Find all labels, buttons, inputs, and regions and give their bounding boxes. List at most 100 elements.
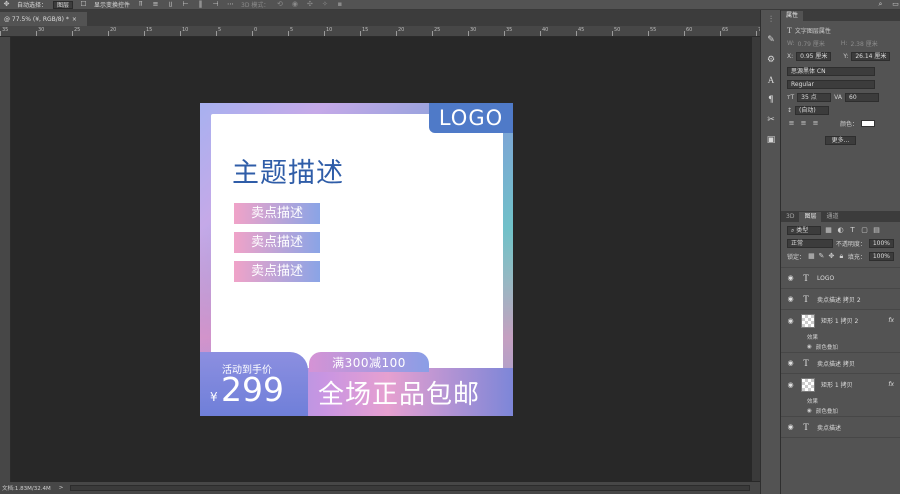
blend-mode-dropdown[interactable]: 正常 [787,239,833,248]
layer-row[interactable]: ◉ T 卖点描述 拷贝 [781,353,900,374]
font-family-dropdown[interactable]: 思源黑体 CN [787,67,875,76]
eye-icon[interactable]: ◉ [807,344,812,350]
leading-field[interactable]: (自动) [795,106,830,115]
layer-filter-row: ⌕ 类型 ▦ ◐ T ▢ ▤ [781,224,900,237]
ruler-tick-label: 0 [254,27,258,33]
eye-icon[interactable]: ◉ [786,295,795,303]
lock-pixels-icon[interactable]: ▦ [808,253,815,260]
color-overlay-row[interactable]: ◉ 颜色叠加 [781,406,900,417]
document-tab-title: @ 77.5% (¥, RGB/8) * [4,15,69,23]
color-swatch[interactable] [861,120,876,127]
fx-icon[interactable]: fx [888,381,894,388]
tab-channels[interactable]: 通道 [821,212,843,222]
tab-3d[interactable]: 3D [781,212,799,222]
align-left-icon[interactable]: ⊢ [181,1,190,8]
brush-settings-icon[interactable]: ✎ [761,30,781,50]
scale-3d-icon[interactable]: ▪ [335,1,344,8]
align-right-icon[interactable]: ⊣ [211,1,220,8]
filter-pixel-icon[interactable]: ▦ [824,227,833,234]
horizontal-scrollbar[interactable] [70,485,750,491]
filter-text-icon[interactable]: T [848,227,857,234]
tracking-field[interactable]: 60 [845,93,879,102]
eye-icon[interactable]: ◉ [786,317,795,325]
roll-3d-icon[interactable]: ◉ [290,1,299,8]
more-button[interactable]: 更多... [824,136,857,145]
fill-field[interactable]: 100% [868,252,894,261]
paragraph-icon[interactable]: ¶ [761,90,781,110]
x-label: X: [787,53,794,60]
w-label: W: [787,40,795,47]
adjust-icon[interactable]: ⚙ [761,50,781,70]
layer-row[interactable]: ◉ T 卖点描述 [781,417,900,438]
close-tab-icon[interactable]: × [72,16,77,23]
promo-text: 满300减100 [332,356,406,370]
search-icon[interactable]: ⌕ [876,1,885,8]
distribute-icon[interactable]: ⋯ [226,1,235,8]
font-size-field[interactable]: 35 点 [797,93,832,102]
tab-properties[interactable]: 属性 [781,11,804,21]
x-field[interactable]: 0.95 厘米 [796,52,832,61]
eye-icon[interactable]: ◉ [786,274,795,282]
y-field[interactable]: 26.14 厘米 [851,52,891,61]
ruler-tick-label: 10 [182,27,189,33]
align-right-text-icon[interactable]: ≡ [811,120,820,127]
clone-source-icon[interactable]: ▣ [761,130,781,150]
color-overlay-row[interactable]: ◉ 颜色叠加 [781,342,900,353]
layer-row[interactable]: ◉ 矩形 1 拷贝 fx [781,374,900,395]
opacity-field[interactable]: 100% [868,239,894,248]
properties-kind: 文字图层属性 [794,28,831,35]
layer-row[interactable]: ◉ 矩形 1 拷贝 2 fx [781,310,900,331]
lock-all-icon[interactable]: 🔒︎ [838,253,845,260]
font-style-dropdown[interactable]: Regular [787,80,875,89]
eye-icon[interactable]: ◉ [786,359,795,367]
layer-row[interactable]: ◉ T LOGO [781,268,900,289]
layer-row[interactable]: ◉ T 卖点描述 拷贝 2 [781,289,900,310]
align-middle-icon[interactable]: ≡ [151,1,160,8]
transform-checkbox[interactable]: ☐ [79,1,88,8]
lock-move-icon[interactable]: ✥ [828,253,835,260]
status-arrow[interactable]: > [59,485,64,491]
panel-icon-strip: ⫶ ✎ ⚙ A ¶ ✂ ▣ [760,10,780,494]
right-panel: 属性 T 文字图层属性 W: 0.79 厘米 H: 2.38 厘米 X: 0.9… [780,10,900,494]
eye-icon[interactable]: ◉ [807,408,812,414]
more-row: 更多... [781,134,900,147]
vertical-scrollbar[interactable] [752,37,760,481]
tab-layers[interactable]: 图层 [799,212,822,222]
rotate-3d-icon[interactable]: ⟲ [275,1,284,8]
ruler-tick-label: 55 [650,27,657,33]
align-left-text-icon[interactable]: ≡ [787,120,796,127]
w-value[interactable]: 0.79 厘米 [798,39,825,48]
eye-icon[interactable]: ◉ [786,423,795,431]
ruler-tick-label: 5 [290,27,294,33]
history-icon[interactable]: ⫶ [761,10,781,30]
align-top-icon[interactable]: ⫪ [136,1,145,8]
filter-shape-icon[interactable]: ▢ [860,227,869,234]
blend-row: 正常 不透明度： 100% [781,237,900,250]
tool-presets-icon[interactable]: ✂ [761,110,781,130]
auto-select-label: 自动选择： [17,2,48,9]
slide-3d-icon[interactable]: ✧ [320,1,329,8]
fx-icon[interactable]: fx [888,317,894,324]
workspace-icon[interactable]: ▭ [891,1,900,8]
artwork-canvas[interactable]: LOGO 主题描述 卖点描述 卖点描述 卖点描述 活动到手价 ¥ 299 满30… [200,103,513,416]
eye-icon[interactable]: ◉ [786,381,795,389]
document-tab[interactable]: @ 77.5% (¥, RGB/8) * × [0,12,87,26]
logo-text: LOGO [438,106,504,130]
align-bottom-icon[interactable]: ⫫ [166,1,175,8]
ruler-tick-label: 30 [470,27,477,33]
align-center-icon[interactable]: ‖ [196,1,205,8]
filter-smart-icon[interactable]: ▤ [872,227,881,234]
lock-paint-icon[interactable]: ✎ [818,253,825,260]
effects-row[interactable]: 效果 [781,331,900,342]
pan-3d-icon[interactable]: ✣ [305,1,314,8]
move-tool-icon[interactable]: ✥ [2,1,11,8]
h-value[interactable]: 2.38 厘米 [850,39,877,48]
filter-adjust-icon[interactable]: ◐ [836,227,845,234]
align-center-text-icon[interactable]: ≡ [799,120,808,127]
auto-select-dropdown[interactable]: 图层 [53,0,74,9]
character-icon[interactable]: A [761,70,781,90]
layer-name: 矩形 1 拷贝 2 [821,318,859,325]
effects-row[interactable]: 效果 [781,395,900,406]
layer-filter-dropdown[interactable]: ⌕ 类型 [787,226,821,235]
currency-symbol: ¥ [210,390,218,404]
